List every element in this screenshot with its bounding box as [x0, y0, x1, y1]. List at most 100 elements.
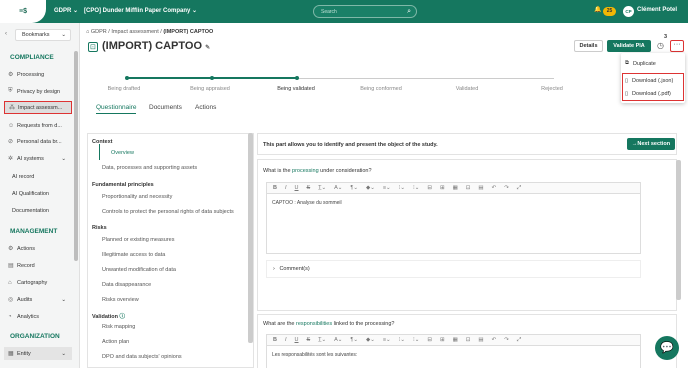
- map-icon: ⌂: [8, 279, 12, 286]
- avatar[interactable]: CP: [623, 6, 634, 17]
- nav-disappearance[interactable]: Data disappearance: [102, 282, 151, 288]
- step-rejected: Rejected: [541, 86, 563, 92]
- actions-icon: ⚙: [8, 246, 14, 252]
- sidebar-item-cartography[interactable]: ⌂ Cartography: [4, 276, 72, 289]
- nav-scrollbar[interactable]: [248, 133, 253, 343]
- step-dot: [125, 76, 129, 80]
- details-button[interactable]: Details: [574, 40, 603, 52]
- nav-context: Context: [92, 139, 113, 145]
- nav-fundamental: Fundamental principles: [92, 182, 154, 188]
- collapse-icon[interactable]: ‹: [5, 31, 7, 37]
- ai-icon: ✲: [8, 156, 14, 162]
- user-name[interactable]: Clément Potel: [637, 7, 677, 13]
- bell-icon[interactable]: 🔔: [594, 6, 601, 13]
- chat-icon: 💬: [660, 342, 674, 354]
- step-drafted: Being drafted: [107, 86, 141, 92]
- nav-risk-mapping[interactable]: Risk mapping: [102, 324, 135, 330]
- editor-toolbar[interactable]: B I U S T̲⌄ A⌄ ¶⌄ ◆⌄ ≡⌄ ⁝⌄ ⁝⌄ ⊟ ⊞ ▦ ⊡ ▤ ↶ ↷ ⤢: [266, 334, 641, 346]
- notification-badge: 25: [603, 7, 616, 16]
- step-validated: Validated: [455, 86, 479, 92]
- sidebar-item-privacy[interactable]: ⛨ Privacy by design: [4, 85, 72, 98]
- nav-planned[interactable]: Planned or existing measures: [102, 237, 174, 243]
- sidebar-scrollbar[interactable]: [74, 51, 78, 261]
- section-organization: ORGANIZATION: [10, 333, 60, 340]
- intro-text: This part allows you to identify and pre…: [263, 142, 438, 148]
- file-icon: ▯: [625, 91, 629, 97]
- sidebar-item-analytics[interactable]: ◔ Analytics: [4, 310, 72, 323]
- app-switcher[interactable]: GDPR ⌄: [54, 7, 78, 14]
- sidebar-item-ai-systems[interactable]: ✲ AI systems ⌄: [4, 152, 72, 165]
- sidebar-item-documentation[interactable]: Documentation: [4, 204, 72, 217]
- intro-card: This part allows you to identify and pre…: [257, 133, 677, 155]
- nav-illegit[interactable]: Illegitimate access to data: [102, 252, 165, 258]
- responsibilities-answer[interactable]: Les responsabilités sont les suivantes:: [266, 346, 641, 368]
- nav-unwanted[interactable]: Unwanted modification of data: [102, 267, 176, 273]
- search-icon: ⌕: [407, 8, 411, 15]
- nav-risks-overview[interactable]: Risks overview: [102, 297, 139, 303]
- nav-dpo[interactable]: DPO and data subjects' opinions: [102, 354, 182, 360]
- nav-validation: Validation ⓘ: [92, 314, 126, 320]
- sidebar-item-audits[interactable]: ◎ Audits ⌄: [4, 293, 72, 306]
- nav-overview[interactable]: Overview: [111, 150, 134, 156]
- edit-icon[interactable]: ✎: [205, 45, 210, 51]
- download-pdf-item[interactable]: ▯ Download (.pdf): [625, 91, 671, 97]
- comments-toggle[interactable]: › Comment(s): [266, 260, 641, 278]
- processing-answer[interactable]: CAPTOO : Analyse du sommeil: [266, 194, 641, 254]
- question-responsibilities: What are the responsibilities linked to …: [263, 321, 395, 327]
- sidebar-item-record[interactable]: ▤ Record: [4, 259, 72, 272]
- nav-data-processes[interactable]: Data, processes and supporting assets: [102, 165, 197, 171]
- sidebar-item-processing[interactable]: ⚙ Processing: [4, 68, 72, 81]
- more-options-button[interactable]: ···: [670, 40, 684, 52]
- requests-icon: ☺: [8, 122, 15, 129]
- sidebar: ‹ Bookmarks ⌄ COMPLIANCE ⚙ Processing ⛨ Pri…: [0, 23, 80, 368]
- nav-proportionality[interactable]: Proportionality and necessity: [102, 194, 172, 200]
- page-title: (IMPORT) CAPTOO ✎: [102, 40, 211, 52]
- next-section-button[interactable]: →Next section: [627, 138, 675, 150]
- impact-icon: ⁂: [9, 105, 15, 111]
- content-scrollbar[interactable]: [676, 160, 681, 300]
- more-options-menu: ⧉ Duplicate ▯ Download (.json) ▯ Download (…: [621, 53, 685, 103]
- tab-questionnaire[interactable]: Questionnaire: [96, 104, 137, 114]
- record-icon: ▤: [8, 263, 14, 269]
- section-management: MANAGEMENT: [10, 228, 58, 235]
- file-icon: ▯: [625, 78, 629, 84]
- breadcrumb-impact[interactable]: Impact assessment: [111, 29, 158, 35]
- search-input[interactable]: Search ⌕: [313, 5, 417, 18]
- nav-action-plan[interactable]: Action plan: [102, 339, 129, 345]
- tab-actions[interactable]: Actions: [195, 104, 216, 111]
- sidebar-item-ai-record[interactable]: AI record: [4, 170, 72, 183]
- org-switcher[interactable]: [CPO] Dunder Mifflin Paper Company ⌄: [84, 7, 197, 14]
- sidebar-item-actions[interactable]: ⚙ Actions: [4, 242, 72, 255]
- tab-documents[interactable]: Documents: [149, 104, 182, 111]
- app-logo[interactable]: ≡$: [0, 0, 46, 23]
- info-icon[interactable]: ⓘ: [120, 314, 126, 320]
- bookmarks-select[interactable]: Bookmarks ⌄: [15, 29, 71, 41]
- analytics-icon: ◔: [8, 313, 12, 320]
- duplicate-item[interactable]: ⧉ Duplicate: [625, 60, 656, 67]
- audit-icon: ◎: [8, 297, 14, 303]
- sidebar-item-entity[interactable]: ▦ Entity ⌄: [4, 347, 72, 360]
- step-appraised: Being appraised: [190, 86, 230, 92]
- chat-button[interactable]: 💬: [655, 336, 679, 360]
- sidebar-item-ai-qualification[interactable]: AI Qualification: [4, 187, 72, 200]
- questionnaire-content: This part allows you to identify and pre…: [257, 133, 681, 368]
- step-dot: [295, 76, 299, 80]
- sidebar-item-breaches[interactable]: ⊘ Personal data br...: [4, 135, 72, 148]
- history-icon[interactable]: ◷: [657, 41, 664, 50]
- home-icon: ⌂: [86, 29, 90, 35]
- nav-controls[interactable]: Controls to protect the personal rights …: [102, 209, 234, 215]
- nav-risks: Risks: [92, 225, 107, 231]
- shield-icon: ⛨: [8, 88, 13, 94]
- breadcrumb-gdpr[interactable]: GDPR: [91, 29, 107, 35]
- section-compliance: COMPLIANCE: [10, 54, 54, 61]
- breach-icon: ⊘: [8, 139, 14, 145]
- question-card-1: What is the processing under considerati…: [257, 159, 677, 311]
- copy-icon: ⧉: [625, 60, 629, 66]
- editor-toolbar[interactable]: B I U S T̲⌄ A⌄ ¶⌄ ◆⌄ ≡⌄ ⁝⌄ ⁝⌄ ⊟ ⊞ ▦ ⊡ ▤ ↶ ↷ ⤢: [266, 182, 641, 194]
- sidebar-item-impact[interactable]: ⁂ Impact assessm...: [4, 101, 72, 114]
- download-json-item[interactable]: ▯ Download (.json): [625, 78, 673, 84]
- active-indicator: [99, 144, 100, 160]
- question-processing: What is the processing under considerati…: [263, 168, 372, 174]
- validate-pia-button[interactable]: Validate PIA: [607, 40, 651, 52]
- sidebar-item-requests[interactable]: ☺ Requests from d...: [4, 119, 72, 132]
